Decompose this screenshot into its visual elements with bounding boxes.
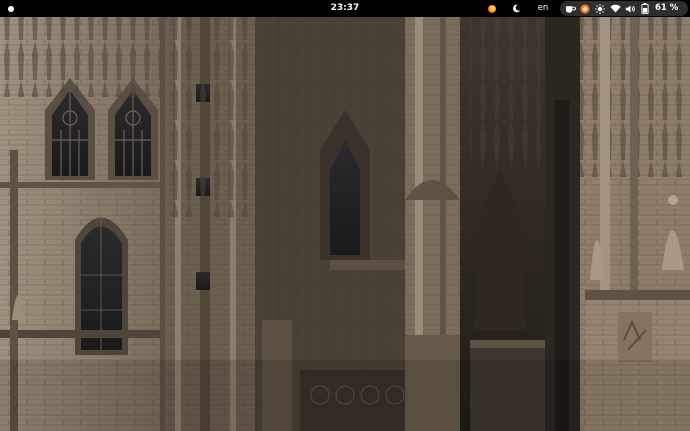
firefox-indicator[interactable]	[486, 0, 498, 17]
caffeine-icon	[564, 3, 576, 15]
wifi-icon	[609, 3, 621, 15]
keyboard-layout-indicator[interactable]: en	[534, 0, 552, 17]
brightness-icon	[594, 3, 606, 15]
desktop[interactable]: 23:37 en 61 %	[0, 0, 690, 431]
battery-icon	[639, 3, 651, 15]
crescent-icon	[512, 4, 520, 13]
battery-percentage: 61 %	[655, 3, 679, 13]
top-bar: 23:37 en 61 %	[0, 0, 690, 17]
system-status-menu[interactable]: 61 %	[560, 1, 688, 16]
shell-extension-icon	[579, 3, 591, 15]
night-light-indicator[interactable]	[510, 0, 522, 17]
activities-button[interactable]	[4, 0, 18, 17]
activities-dot-icon	[8, 5, 14, 12]
firefox-icon	[488, 4, 496, 13]
clock[interactable]: 23:37	[325, 0, 365, 17]
desktop-wallpaper	[0, 0, 690, 431]
volume-icon	[624, 3, 636, 15]
